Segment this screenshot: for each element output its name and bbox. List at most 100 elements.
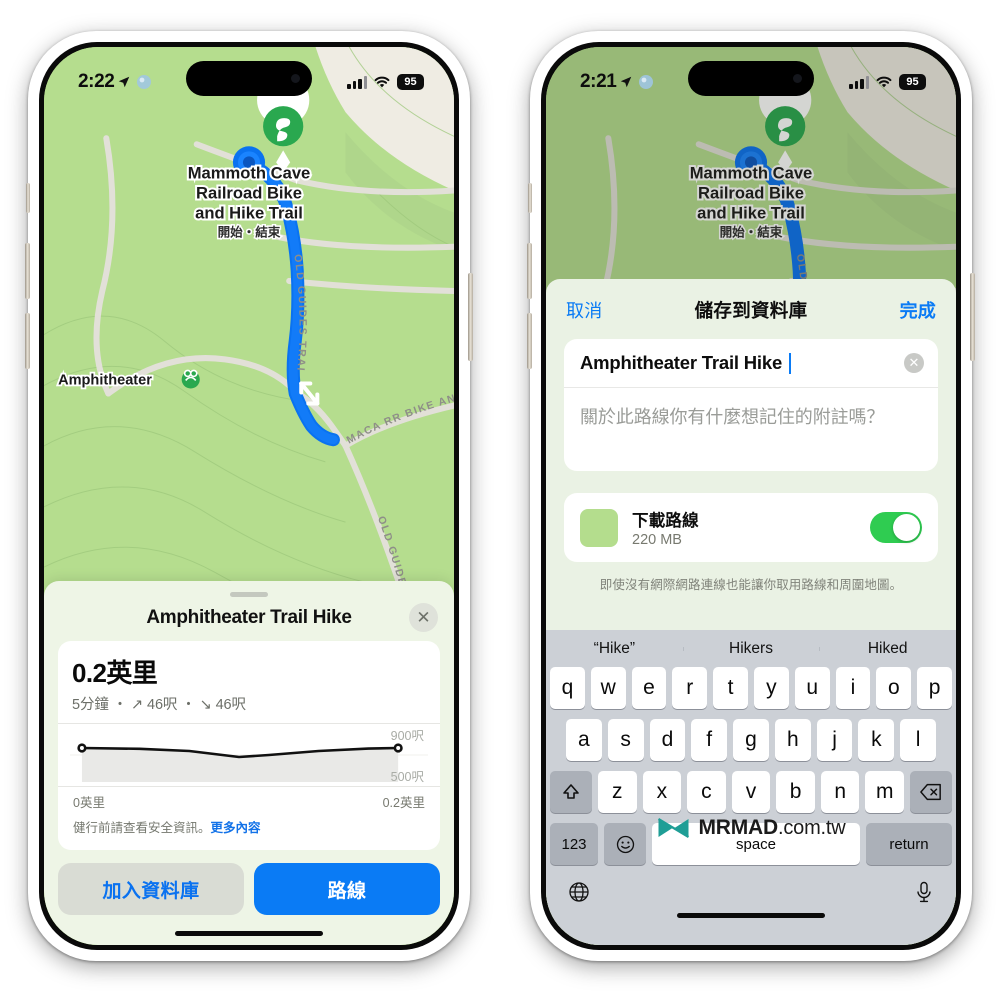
key-z[interactable]: z [597, 771, 637, 813]
key-h[interactable]: h [774, 719, 811, 761]
screenshot-stage: Mammoth Cave Railroad Bike and Hike Trai… [0, 0, 1000, 993]
modal-toolbar: 取消 儲存到資料庫 完成 [546, 279, 956, 339]
key-p[interactable]: p [917, 667, 952, 709]
modal-title: 儲存到資料庫 [694, 300, 808, 321]
key-w[interactable]: w [590, 667, 626, 709]
key-y[interactable]: y [754, 667, 789, 709]
globe-icon[interactable] [568, 881, 590, 909]
battery-indicator-right: 95 [899, 74, 926, 90]
silent-switch[interactable] [26, 183, 30, 213]
key-l[interactable]: l [900, 719, 937, 761]
download-footer-note: 即使沒有網際網路連線也能讓你取用路線和周圍地圖。 [599, 578, 903, 592]
download-title: 下載路線 [632, 512, 699, 530]
key-s[interactable]: s [607, 719, 644, 761]
key-x[interactable]: x [642, 771, 682, 813]
key-d[interactable]: d [649, 719, 686, 761]
close-icon[interactable]: ✕ [409, 603, 438, 632]
suggestion-0[interactable]: “Hike” [546, 640, 683, 658]
key-k[interactable]: k [858, 719, 895, 761]
volume-up-button-right[interactable] [527, 243, 532, 299]
download-toggle[interactable] [870, 512, 922, 543]
suggestion-1[interactable]: Hikers [682, 640, 820, 658]
mrmad-bowtie-logo [657, 818, 690, 838]
on-screen-keyboard: “Hike” Hikers Hiked q w e r t y u i o p … [546, 630, 956, 945]
microphone-icon[interactable] [914, 881, 934, 909]
elevation-y-min: 500呎 [390, 770, 424, 784]
watermark-suffix: .com.tw [777, 817, 846, 839]
cancel-button[interactable]: 取消 [566, 297, 602, 323]
elevation-chart: 900呎 500呎 [70, 724, 428, 786]
home-indicator-right[interactable] [677, 913, 825, 918]
keyboard-row-2: a s d f g h j k l [546, 719, 956, 761]
key-u[interactable]: u [794, 667, 830, 709]
directions-button[interactable]: 路線 [254, 863, 440, 915]
silent-switch-right[interactable] [528, 183, 532, 213]
add-to-library-button[interactable]: 加入資料庫 [58, 863, 244, 915]
map-trail-title-line3: and Hike Trail [195, 204, 303, 223]
left-phone-frame: Mammoth Cave Railroad Bike and Hike Trai… [25, 31, 473, 961]
key-i[interactable]: i [835, 667, 871, 709]
clear-text-icon[interactable]: ✕ [904, 353, 924, 373]
name-field-row[interactable]: Amphitheater Trail Hike ✕ [564, 339, 938, 388]
volume-down-button-right[interactable] [527, 313, 532, 369]
wifi-icon [374, 76, 390, 88]
key-e[interactable]: e [631, 667, 667, 709]
suggestion-2[interactable]: Hiked [819, 640, 956, 658]
return-key[interactable]: return [866, 823, 952, 865]
home-indicator[interactable] [175, 931, 323, 936]
dynamic-island [186, 61, 312, 96]
battery-indicator: 95 [397, 74, 424, 90]
sheet-drag-handle[interactable] [230, 592, 268, 597]
map-trail-subtitle: 開始・結束 [218, 225, 281, 240]
power-button-right[interactable] [970, 273, 975, 361]
name-input[interactable]: Amphitheater Trail Hike [580, 352, 782, 374]
dynamic-island-right [688, 61, 814, 96]
right-phone-bezel: Mammoth Cave Railroad Bike and Hike Trai… [541, 42, 961, 950]
key-g[interactable]: g [733, 719, 769, 761]
toggle-knob [893, 514, 920, 541]
front-camera-icon [291, 74, 300, 83]
shift-icon[interactable] [549, 771, 592, 813]
svg-text:Mammoth Cave: Mammoth Cave [690, 163, 813, 182]
elevation-x-start: 0英里 [73, 796, 105, 810]
sheet-actions: 加入資料庫 路線 [58, 850, 440, 915]
signal-bars-icon-right [849, 75, 869, 89]
key-m[interactable]: m [865, 771, 905, 813]
keyboard-bottom-row [546, 875, 956, 909]
key-t[interactable]: t [713, 667, 748, 709]
left-phone-bezel: Mammoth Cave Railroad Bike and Hike Trai… [39, 42, 459, 950]
key-f[interactable]: f [691, 719, 728, 761]
svg-text:開始・結束: 開始・結束 [720, 225, 783, 240]
front-camera-icon-right [793, 74, 802, 83]
safety-text: 健行前請查看安全資訊。 [73, 821, 211, 835]
trail-info-card: 0.2英里 5分鐘 ・ ↗ 46呎 ・ ↘ 46呎 900呎 500呎 0英里 … [58, 641, 440, 850]
key-q[interactable]: q [550, 667, 585, 709]
map-label-amphitheater: Amphitheater [58, 372, 152, 388]
backspace-icon[interactable] [910, 771, 953, 813]
status-time: 2:22 [78, 71, 115, 92]
emoji-icon[interactable] [604, 823, 646, 865]
power-button[interactable] [468, 273, 473, 361]
key-j[interactable]: j [816, 719, 853, 761]
key-o[interactable]: o [876, 667, 912, 709]
key-c[interactable]: c [687, 771, 726, 813]
right-phone-screen: Mammoth Cave Railroad Bike and Hike Trai… [546, 47, 956, 945]
focus-bubble-icon [137, 75, 152, 89]
watermark: MRMAD.com.tw [657, 816, 846, 840]
key-r[interactable]: r [672, 667, 708, 709]
numbers-key[interactable]: 123 [550, 823, 598, 865]
key-a[interactable]: a [565, 719, 602, 761]
signal-bars-icon [347, 75, 367, 89]
safety-more-link[interactable]: 更多內容 [211, 821, 261, 835]
text-caret [789, 352, 792, 374]
note-input[interactable]: 關於此路線你有什麼想記住的附註嗎？ [564, 388, 938, 471]
key-b[interactable]: b [776, 771, 815, 813]
keyboard-row-3: z x c v b n m [546, 771, 956, 813]
volume-down-button[interactable] [25, 313, 30, 369]
volume-up-button[interactable] [25, 243, 30, 299]
route-thumbnail [580, 508, 618, 547]
key-n[interactable]: n [820, 771, 860, 813]
download-route-row[interactable]: 下載路線 220 MB [564, 493, 938, 562]
key-v[interactable]: v [731, 771, 771, 813]
done-button[interactable]: 完成 [900, 297, 936, 323]
